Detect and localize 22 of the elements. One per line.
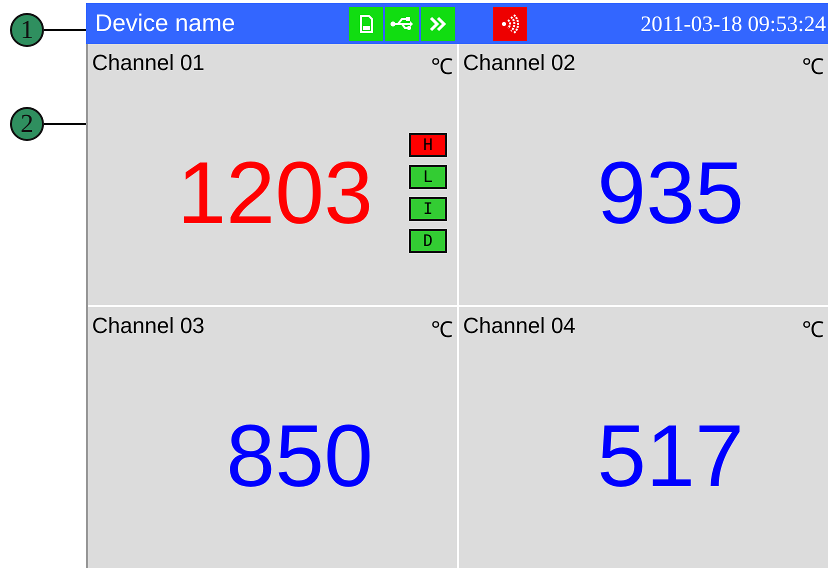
unit-label: ℃ (802, 53, 824, 80)
reading-value: 935 (597, 142, 744, 244)
callout-number: 1 (10, 13, 44, 47)
alarm-indicator: I (409, 196, 447, 220)
date-time: 2011-03-18 09:53:24 (640, 10, 826, 36)
alarm-indicator: D (409, 228, 447, 252)
channel-name: Channel 03 (92, 313, 205, 340)
leader-line (44, 29, 86, 31)
reading-value: 850 (226, 404, 373, 506)
unit-label: ℃ (431, 53, 453, 80)
reading-value: 1203 (177, 142, 373, 244)
channel-name: Channel 04 (463, 313, 576, 340)
alarm-indicator: H (409, 132, 447, 156)
alarm-indicator: L (409, 164, 447, 188)
channel-name: Channel 01 (92, 50, 205, 77)
unit-label: ℃ (802, 316, 824, 343)
channel-name: Channel 02 (463, 50, 576, 77)
device-name: Device name (95, 10, 236, 38)
callout-number: 2 (10, 107, 44, 141)
unit-label: ℃ (431, 316, 453, 343)
leader-line (44, 123, 86, 125)
reading-value: 517 (597, 404, 744, 506)
